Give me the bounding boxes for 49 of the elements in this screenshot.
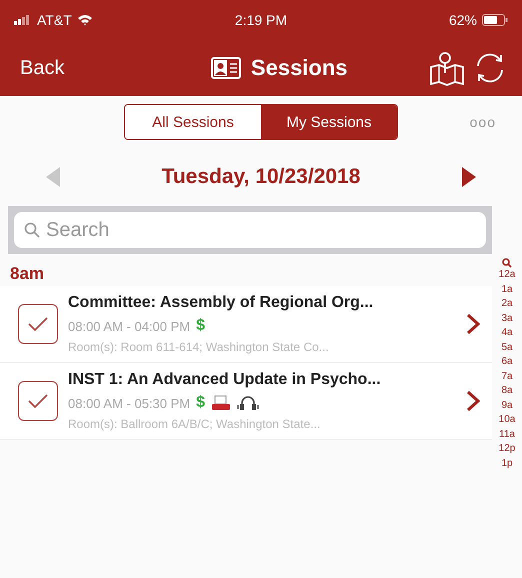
next-day-icon[interactable] — [460, 166, 478, 188]
search-icon[interactable] — [502, 258, 512, 268]
index-item[interactable]: 1p — [501, 456, 513, 471]
checkbox[interactable] — [18, 381, 58, 421]
index-item[interactable]: 11a — [499, 428, 515, 442]
index-item[interactable]: 9a — [501, 398, 513, 413]
battery-percent: 62% — [448, 12, 477, 28]
price-sign: $ — [196, 317, 206, 335]
index-item[interactable]: 2a — [501, 297, 513, 312]
chevron-right-icon — [466, 313, 480, 335]
index-item[interactable]: 7a — [501, 370, 513, 384]
session-time: 08:00 AM - 05:30 PM — [68, 396, 190, 410]
tab[interactable]: My Sessions — [261, 105, 397, 139]
back-button[interactable]: Back — [14, 52, 70, 84]
index-item[interactable]: 4a — [501, 326, 513, 340]
wifi-icon — [76, 14, 93, 26]
price-sign: $ — [196, 394, 206, 412]
signal-icon — [14, 15, 32, 25]
battery-icon — [482, 14, 508, 26]
session-row[interactable]: Committee: Assembly of Regional Org... 08:00 AM - 04:00 PM $ Room(s): Room 611-614; Washington State Co... — [0, 286, 492, 363]
index-item[interactable]: 12a — [498, 268, 516, 282]
index-item[interactable]: 10a — [498, 413, 516, 428]
search-field[interactable]: Search — [14, 212, 486, 248]
chevron-right-icon — [466, 390, 480, 412]
index-item[interactable]: 12p — [498, 442, 516, 456]
session-room: Room(s): Room 611-614; Washington State Co... — [68, 340, 330, 354]
map-pin-icon[interactable] — [428, 49, 466, 87]
screen-title: Sessions — [250, 55, 348, 81]
session-title: INST 1: An Advanced Update in Psycho... — [68, 371, 382, 389]
headset-icon — [237, 395, 260, 411]
section-header: 8am — [9, 263, 46, 285]
index-item[interactable]: 3a — [501, 312, 513, 326]
carrier-label: AT&T — [37, 12, 72, 28]
status-time: 2:19 PM — [234, 12, 288, 28]
index-item[interactable]: 6a — [501, 355, 513, 370]
date-label: Tuesday, 10/23/2018 — [162, 165, 360, 189]
contact-card-icon — [210, 56, 241, 80]
device-icon — [211, 395, 232, 411]
session-row[interactable]: INST 1: An Advanced Update in Psycho... 08:00 AM - 05:30 PM $ Room(s): Ballroom 6A/B/C; Washington State... — [0, 363, 492, 440]
check-icon — [26, 315, 50, 333]
session-room: Room(s): Ballroom 6A/B/C; Washington State... — [68, 417, 322, 431]
session-title: Committee: Assembly of Regional Org... — [68, 294, 374, 312]
check-icon — [26, 392, 50, 410]
checkbox[interactable] — [18, 304, 58, 344]
index-item[interactable]: 8a — [501, 384, 513, 398]
session-time: 08:00 AM - 04:00 PM — [68, 318, 190, 334]
index-item[interactable]: 5a — [501, 340, 513, 355]
index-item[interactable]: 1a — [501, 282, 513, 297]
tab[interactable]: All Sessions — [125, 105, 261, 139]
